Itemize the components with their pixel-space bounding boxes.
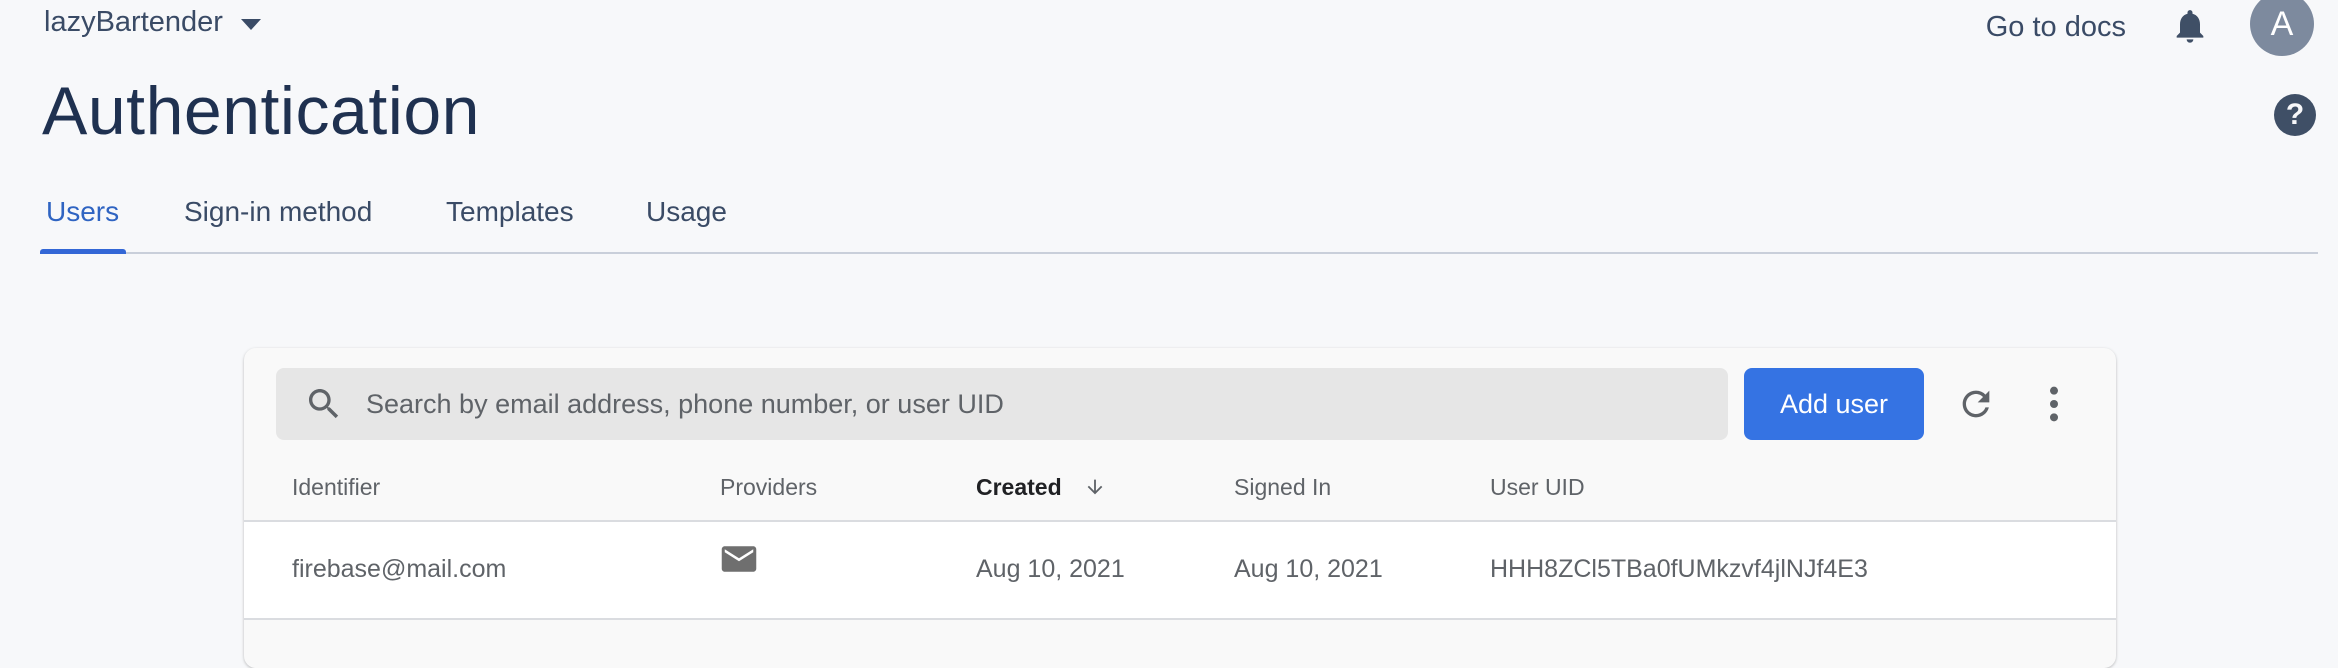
search-input[interactable] [364, 373, 1728, 435]
column-header-user-uid[interactable]: User UID [1490, 474, 1585, 501]
cell-identifier: firebase@mail.com [292, 555, 507, 583]
project-name: lazyBartender [44, 6, 223, 38]
column-header-created[interactable]: Created [976, 474, 1106, 501]
active-tab-indicator [40, 249, 126, 254]
tab-sign-in-method[interactable]: Sign-in method [184, 196, 372, 228]
topbar-actions: Go to docs A [1986, 0, 2314, 56]
cell-signed-in: Aug 10, 2021 [1234, 555, 1383, 583]
go-to-docs-link[interactable]: Go to docs [1986, 11, 2126, 44]
tab-sign-in-method-label: Sign-in method [184, 196, 373, 227]
tab-templates-label: Templates [446, 196, 574, 227]
project-switcher[interactable]: lazyBartender [44, 6, 261, 39]
search-box[interactable] [276, 368, 1728, 440]
help-icon[interactable]: ? [2274, 94, 2316, 136]
search-icon [309, 389, 339, 419]
refresh-icon[interactable] [1956, 384, 1996, 424]
column-header-user-uid-label: User UID [1490, 474, 1585, 500]
chevron-down-icon [240, 19, 261, 30]
add-user-button[interactable]: Add user [1744, 368, 1924, 440]
cell-created: Aug 10, 2021 [976, 555, 1125, 583]
column-header-identifier[interactable]: Identifier [292, 474, 380, 501]
cell-user-uid: HHH8ZCl5TBa0fUMkzvf4jlNJf4E3 [1490, 555, 1868, 583]
mail-icon [721, 546, 757, 572]
arrow-down-icon [1087, 479, 1103, 495]
tab-templates[interactable]: Templates [446, 196, 574, 228]
table-row[interactable]: firebase@mail.com Aug 10, 2021 Aug 10, 2… [244, 522, 2116, 620]
column-header-created-label: Created [976, 474, 1062, 500]
more-vert-icon[interactable] [2044, 384, 2064, 424]
users-card: Add user Identifier Providers Created Si… [244, 348, 2116, 668]
column-header-signed-in[interactable]: Signed In [1234, 474, 1331, 501]
user-avatar[interactable]: A [2250, 0, 2314, 56]
column-header-providers[interactable]: Providers [720, 474, 817, 501]
users-table-header: Identifier Providers Created Signed In U… [244, 456, 2116, 522]
tab-users[interactable]: Users [46, 196, 119, 228]
tab-usage-label: Usage [646, 196, 727, 227]
column-header-providers-label: Providers [720, 474, 818, 500]
column-header-identifier-label: Identifier [292, 474, 381, 500]
notifications-bell-icon[interactable] [2170, 4, 2210, 48]
tab-usage[interactable]: Usage [646, 196, 727, 228]
tab-bar: Users Sign-in method Templates Usage [40, 184, 2318, 254]
tab-users-label: Users [46, 196, 120, 227]
column-header-signed-in-label: Signed In [1234, 474, 1332, 500]
page-title: Authentication [42, 73, 480, 149]
